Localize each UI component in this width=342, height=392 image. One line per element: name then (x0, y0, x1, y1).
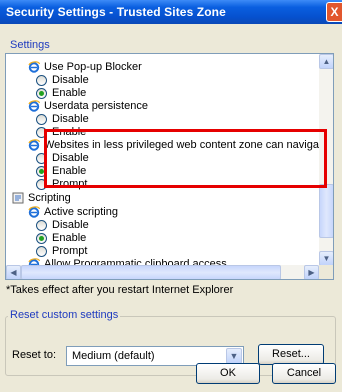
reset-to-label: Reset to: (12, 349, 57, 361)
close-icon: X (330, 5, 339, 19)
row-label: Enable (52, 232, 87, 244)
radio-icon[interactable] (36, 220, 47, 231)
close-button[interactable]: X (326, 2, 342, 22)
vertical-scroll-thumb[interactable] (319, 184, 333, 238)
dropdown-arrow-icon[interactable]: ▼ (226, 348, 242, 364)
chevron-up-icon: ▲ (322, 57, 331, 66)
row-label: Prompt (52, 245, 88, 257)
ie-icon (28, 139, 40, 151)
reset-legend: Reset custom settings (8, 309, 121, 321)
ie-icon (28, 100, 40, 112)
cancel-button[interactable]: Cancel (272, 363, 336, 384)
scripting-icon (12, 192, 24, 204)
settings-legend: Settings (8, 39, 52, 51)
row-label: Userdata persistence (44, 100, 148, 112)
scroll-down-button[interactable]: ▼ (319, 251, 333, 266)
horizontal-scroll-thumb[interactable] (21, 265, 281, 279)
radio-icon[interactable] (36, 75, 47, 86)
chevron-left-icon: ◀ (10, 268, 17, 277)
row-label: Active scripting (44, 206, 118, 218)
title-bar[interactable]: Security Settings - Trusted Sites Zone X (0, 0, 342, 24)
ok-button[interactable]: OK (196, 363, 260, 384)
scrollbar-corner (319, 265, 333, 279)
reset-button[interactable]: Reset... (258, 344, 324, 365)
row-label: Use Pop-up Blocker (44, 61, 142, 73)
security-settings-dialog: Security Settings - Trusted Sites Zone X… (0, 0, 342, 392)
highlight-box (44, 129, 327, 188)
horizontal-scrollbar[interactable]: ◀ ▶ (6, 265, 319, 279)
window-title: Security Settings - Trusted Sites Zone (6, 5, 226, 19)
radio-selected-icon[interactable] (36, 233, 47, 244)
chevron-down-icon: ▼ (322, 254, 331, 263)
radio-dot (39, 91, 44, 96)
chevron-right-icon: ▶ (308, 268, 315, 277)
row-label: Disable (52, 219, 89, 231)
scroll-right-button[interactable]: ▶ (304, 265, 319, 279)
radio-dot (39, 236, 44, 241)
scroll-up-button[interactable]: ▲ (319, 54, 333, 69)
row-label: Enable (52, 87, 87, 99)
radio-selected-icon[interactable] (36, 88, 47, 99)
radio-icon[interactable] (36, 246, 47, 257)
ie-icon (28, 61, 40, 73)
ie-icon (28, 206, 40, 218)
row-label: Disable (52, 74, 89, 86)
restart-note: *Takes effect after you restart Internet… (6, 284, 234, 296)
scroll-left-button[interactable]: ◀ (6, 265, 21, 279)
radio-icon[interactable] (36, 114, 47, 125)
row-label: Disable (52, 113, 89, 125)
reset-level-value: Medium (default) (72, 350, 155, 362)
row-label: Scripting (28, 192, 71, 204)
